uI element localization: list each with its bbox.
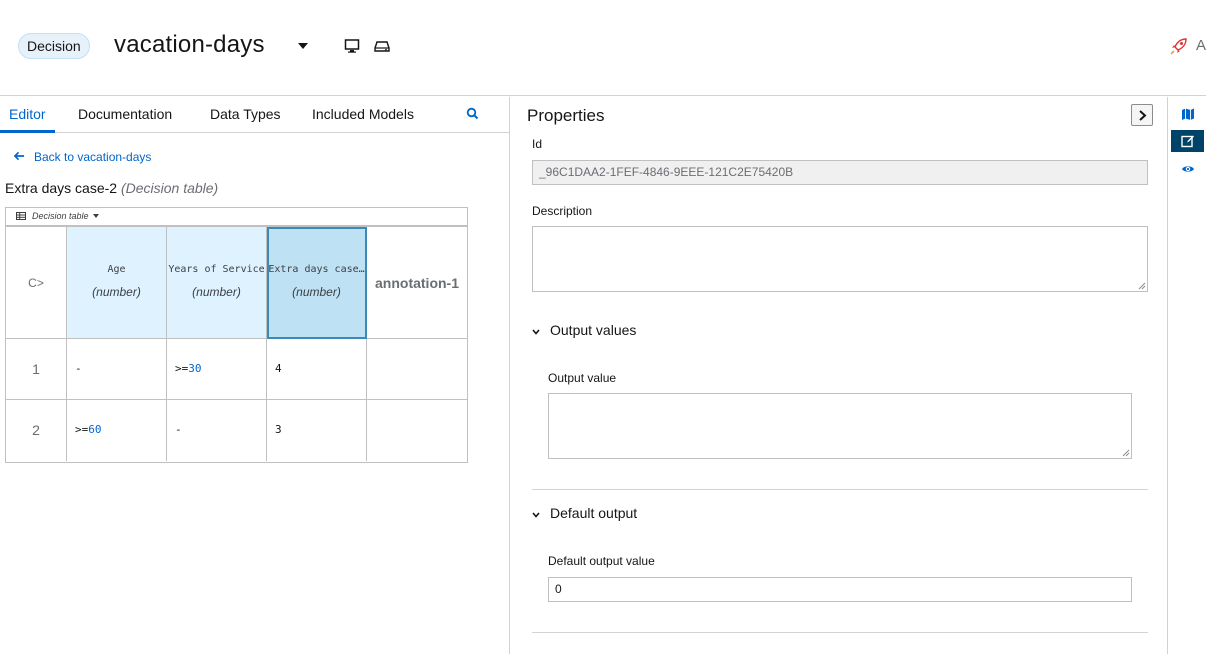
tab-data-types[interactable]: Data Types	[210, 106, 281, 122]
cell-output: 4	[275, 362, 282, 375]
properties-panel: Properties Id _96C1DAA2-1FEF-4846-9EEE-1…	[511, 97, 1168, 654]
cell-value: >=30	[175, 362, 202, 375]
table-cell[interactable]: -	[67, 339, 167, 400]
cell-operator: -	[75, 362, 82, 375]
cell-operator: -	[175, 423, 182, 436]
page-title: vacation-days	[114, 31, 265, 58]
cell-number: 30	[188, 362, 202, 375]
chevron-down-icon	[532, 322, 540, 338]
cell-value: -	[75, 362, 82, 375]
tab-documentation[interactable]: Documentation	[78, 106, 172, 122]
section-divider	[532, 489, 1148, 490]
default-output-value-label: Default output value	[548, 554, 655, 568]
drive-icon[interactable]	[374, 38, 390, 54]
table-cell[interactable]: >=30	[167, 339, 267, 400]
row-number-cell[interactable]: 2	[6, 400, 67, 461]
cell-value: -	[175, 423, 182, 436]
column-type: (number)	[292, 285, 341, 299]
collapse-panel-button[interactable]	[1131, 104, 1153, 126]
desktop-icon[interactable]	[344, 38, 360, 54]
properties-button[interactable]	[1171, 130, 1204, 152]
expression-type-selector[interactable]: Decision table	[6, 208, 467, 227]
map-button[interactable]	[1171, 103, 1204, 125]
expression-type-label: Decision table	[32, 211, 89, 221]
column-type: (number)	[192, 285, 241, 299]
app-header: Decision vacation-days A	[0, 0, 1206, 96]
output-values-header: Output values	[550, 322, 637, 338]
column-name: Age	[107, 264, 126, 275]
back-link-label: Back to vacation-days	[34, 150, 152, 164]
rocket-icon[interactable]	[1169, 36, 1189, 56]
table-cell[interactable]: >=60	[67, 400, 167, 461]
eye-icon	[1182, 166, 1194, 172]
table-cell[interactable]	[367, 400, 467, 461]
hit-policy-label: C>	[28, 276, 44, 290]
search-icon[interactable]	[466, 107, 480, 121]
preview-button[interactable]	[1171, 158, 1204, 180]
hit-policy-cell[interactable]: C>	[6, 227, 67, 339]
asset-type-badge: Decision	[18, 33, 90, 59]
cell-operator: >=	[175, 362, 189, 375]
back-link[interactable]: Back to vacation-days	[13, 150, 152, 164]
column-header-extra-days[interactable]: Extra days case… (number)	[267, 227, 367, 339]
output-value-field[interactable]	[548, 393, 1132, 459]
row-number: 2	[32, 422, 40, 438]
table-cell[interactable]	[367, 339, 467, 400]
id-field[interactable]: _96C1DAA2-1FEF-4846-9EEE-121C2E75420B	[532, 160, 1148, 185]
chevron-right-icon	[1139, 110, 1147, 121]
right-rail	[1169, 97, 1206, 654]
resize-handle-icon	[1122, 449, 1130, 457]
user-menu-truncated[interactable]: A	[1196, 37, 1206, 54]
decision-table: Decision table C> Age (number) Years of …	[5, 207, 468, 463]
cell-output: 3	[275, 423, 282, 436]
cell-value: >=60	[75, 423, 102, 436]
section-divider	[532, 632, 1148, 633]
default-output-value-field[interactable]: 0	[548, 577, 1132, 602]
properties-title: Properties	[527, 106, 605, 125]
decision-table-title: Extra days case-2 (Decision table)	[5, 180, 218, 196]
column-name: Extra days case…	[268, 264, 365, 275]
column-type: (number)	[92, 285, 141, 299]
chevron-down-icon	[532, 505, 540, 521]
column-name: annotation-1	[375, 275, 459, 291]
decision-table-name: Extra days case-2	[5, 180, 118, 196]
output-value-label: Output value	[548, 371, 617, 385]
caret-down-icon[interactable]	[298, 43, 308, 49]
caret-down-icon	[92, 214, 99, 218]
arrow-left-icon	[13, 150, 26, 164]
active-tab-indicator	[0, 130, 55, 133]
default-output-section-toggle[interactable]: Default output	[532, 505, 637, 521]
default-output-header: Default output	[550, 505, 638, 521]
cell-operator: >=	[75, 423, 89, 436]
decision-table-kind: (Decision table)	[120, 180, 219, 196]
column-header-age[interactable]: Age (number)	[67, 227, 167, 339]
editor-tabs: Editor Documentation Data Types Included…	[0, 97, 510, 133]
description-label: Description	[532, 204, 593, 218]
tab-included-models[interactable]: Included Models	[312, 106, 414, 122]
tab-editor[interactable]: Editor	[9, 106, 46, 122]
column-header-years-of-service[interactable]: Years of Service (number)	[167, 227, 267, 339]
cell-number: 60	[88, 423, 102, 436]
column-header-annotation[interactable]: annotation-1	[367, 227, 467, 339]
row-number-cell[interactable]: 1	[6, 339, 67, 400]
column-name: Years of Service	[168, 264, 265, 275]
id-label: Id	[532, 137, 543, 151]
table-cell[interactable]: -	[167, 400, 267, 461]
table-cell[interactable]: 3	[267, 400, 367, 461]
table-icon	[16, 209, 26, 220]
output-values-section-toggle[interactable]: Output values	[532, 322, 636, 338]
table-cell[interactable]: 4	[267, 339, 367, 400]
row-number: 1	[32, 361, 40, 377]
resize-handle-icon	[1138, 282, 1146, 290]
edit-icon	[1181, 135, 1194, 148]
description-field[interactable]	[532, 226, 1148, 292]
editor-pane: Editor Documentation Data Types Included…	[0, 97, 510, 654]
map-icon	[1182, 108, 1194, 120]
